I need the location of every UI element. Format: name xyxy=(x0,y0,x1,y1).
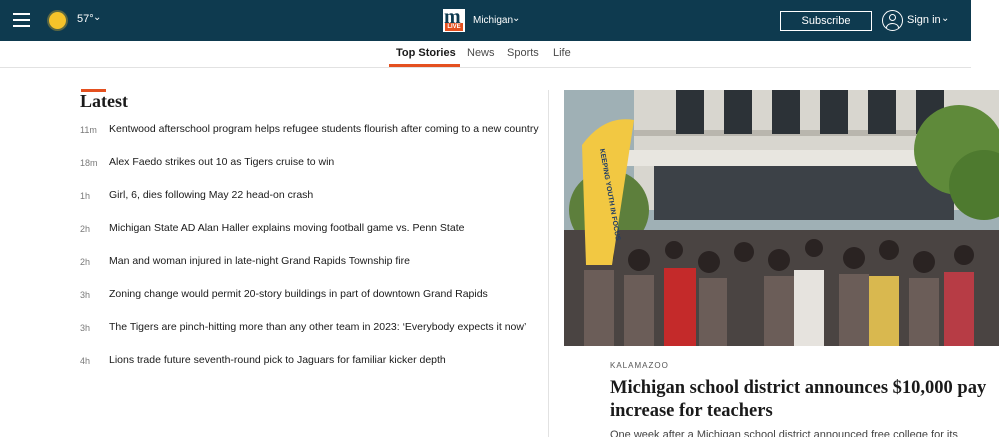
story-kicker[interactable]: KALAMAZOO xyxy=(610,361,669,370)
timestamp: 18m xyxy=(80,158,98,168)
headline-link[interactable]: Lions trade future seventh-round pick to… xyxy=(109,354,446,366)
list-item[interactable]: 1h Girl, 6, dies following May 22 head-o… xyxy=(80,188,540,208)
headline-link[interactable]: The Tigers are pinch-hitting more than a… xyxy=(109,321,526,333)
list-item[interactable]: 2h Michigan State AD Alan Haller explain… xyxy=(80,221,540,241)
headline-link[interactable]: Man and woman injured in late-night Gran… xyxy=(109,255,410,267)
tab-top-stories[interactable]: Top Stories xyxy=(396,47,456,59)
timestamp: 3h xyxy=(80,290,91,300)
list-item[interactable]: 11m Kentwood afterschool program helps r… xyxy=(80,122,540,142)
menu-icon[interactable] xyxy=(13,13,30,27)
tab-sports[interactable]: Sports xyxy=(507,47,539,59)
feature-dek: One week after a Michigan school distric… xyxy=(610,429,958,437)
edition-selector[interactable]: Michigan xyxy=(473,15,513,26)
timestamp: 1h xyxy=(80,191,91,201)
timestamp: 2h xyxy=(80,257,91,267)
timestamp: 4h xyxy=(80,356,91,366)
headline-link[interactable]: Michigan State AD Alan Haller explains m… xyxy=(109,222,464,234)
subscribe-button[interactable]: Subscribe xyxy=(780,11,872,31)
column-divider xyxy=(548,90,549,437)
timestamp: 3h xyxy=(80,323,91,333)
section-tabs: Top Stories News Sports Life xyxy=(0,41,971,68)
headline-link[interactable]: Alex Faedo strikes out 10 as Tigers crui… xyxy=(109,156,334,168)
chevron-down-icon[interactable]: ⌄ xyxy=(93,12,101,23)
tab-life[interactable]: Life xyxy=(553,47,571,59)
active-tab-indicator xyxy=(389,64,460,67)
section-title: Latest xyxy=(80,91,128,111)
list-item[interactable]: 4h Lions trade future seventh-round pick… xyxy=(80,353,540,373)
headline-link[interactable]: Zoning change would permit 20-story buil… xyxy=(109,288,488,300)
list-item[interactable]: 2h Man and woman injured in late-night G… xyxy=(80,254,540,274)
headline-link[interactable]: Girl, 6, dies following May 22 head-on c… xyxy=(109,189,313,201)
list-item[interactable]: 18m Alex Faedo strikes out 10 as Tigers … xyxy=(80,155,540,175)
timestamp: 11m xyxy=(80,125,97,135)
temperature[interactable]: 57° xyxy=(77,13,94,25)
list-item[interactable]: 3h The Tigers are pinch-hitting more tha… xyxy=(80,320,540,340)
feature-photo[interactable]: KEEPING YOUTH IN FOCUS xyxy=(564,90,999,346)
timestamp: 2h xyxy=(80,224,91,234)
mlive-logo[interactable]: m LIVE xyxy=(443,6,465,32)
feature-photo-illustration: KEEPING YOUTH IN FOCUS xyxy=(564,90,999,346)
tab-news[interactable]: News xyxy=(467,47,495,59)
feature-headline[interactable]: Michigan school district announces $10,0… xyxy=(610,377,990,423)
list-item[interactable]: 3h Zoning change would permit 20-story b… xyxy=(80,287,540,307)
chevron-down-icon[interactable]: ⌄ xyxy=(512,13,520,24)
user-icon[interactable] xyxy=(882,10,903,31)
top-bar: 57° ⌄ m LIVE Michigan ⌄ Subscribe Sign i… xyxy=(0,0,971,41)
chevron-down-icon[interactable]: ⌄ xyxy=(941,13,949,24)
sign-in-link[interactable]: Sign in xyxy=(907,14,941,26)
headline-link[interactable]: Kentwood afterschool program helps refug… xyxy=(109,123,539,135)
sun-icon[interactable] xyxy=(49,12,66,29)
